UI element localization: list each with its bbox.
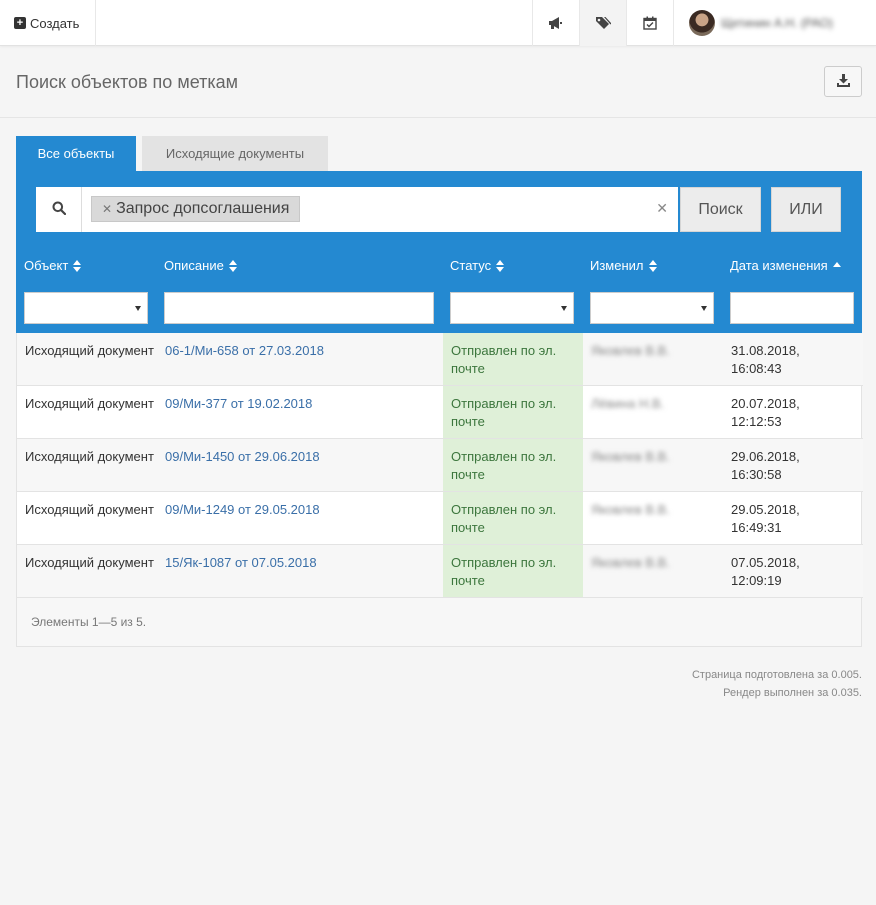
column-header-changed-by[interactable]: Изменил [590,258,657,273]
calendar-check-icon [643,16,657,30]
top-navbar: + Создать Щетинин А.Н. (РАО) [0,0,876,46]
user-menu[interactable]: Щетинин А.Н. (РАО) [673,0,876,46]
download-icon [836,73,850,90]
tab-all-objects[interactable]: Все объекты [16,136,136,171]
sort-icon [228,259,237,272]
column-header-change-date[interactable]: Дата изменения [730,258,841,273]
search-button[interactable]: Поиск [680,187,761,232]
object-filter-select[interactable] [24,292,148,324]
tag-chip-label: Запрос допсоглашения [116,200,290,217]
object-cell: Исходящий документ [25,449,154,464]
table-row: Исходящий документ 09/Ми-377 от 19.02.20… [17,386,863,439]
create-button[interactable]: + Создать [0,0,96,46]
description-link[interactable]: 06-1/Ми-658 от 27.03.2018 [165,342,324,360]
column-header-label: Статус [450,258,492,273]
megaphone-icon [548,16,564,30]
calendar-button[interactable] [626,0,673,46]
column-header-label: Описание [164,258,224,273]
tags-icon [595,16,611,30]
change-date-cell: 29.06.2018, 16:30:58 [731,449,800,482]
changed-by-cell: Яковлев В.В. [591,449,670,464]
user-name: Щетинин А.Н. (РАО) [721,16,833,30]
changed-by-filter-select[interactable] [590,292,714,324]
results-table: Исходящий документ 06-1/Ми-658 от 27.03.… [16,333,863,598]
plus-icon: + [14,17,26,29]
object-cell: Исходящий документ [25,555,154,570]
changed-by-cell: Яковлев В.В. [591,343,670,358]
table-row: Исходящий документ 15/Як-1087 от 07.05.2… [17,545,863,598]
description-link[interactable]: 09/Ми-1249 от 29.05.2018 [165,501,320,519]
tags-button[interactable] [579,0,626,46]
or-button[interactable]: ИЛИ [771,187,841,232]
changed-by-cell: Яковлев В.В. [591,555,670,570]
create-button-label: Создать [30,15,80,31]
column-header-label: Изменил [590,258,644,273]
table-row: Исходящий документ 06-1/Ми-658 от 27.03.… [17,333,863,386]
render-time: Рендер выполнен за 0.035. [723,687,862,699]
column-header-object[interactable]: Объект [24,258,82,273]
status-filter-select[interactable] [450,292,574,324]
announcements-button[interactable] [532,0,579,46]
status-cell: Отправлен по эл. почте [451,343,557,376]
change-date-cell: 29.05.2018, 16:49:31 [731,502,800,535]
changed-by-cell: Яковлев В.В. [591,502,670,517]
change-date-cell: 07.05.2018, 12:09:19 [731,555,800,588]
object-cell: Исходящий документ [25,502,154,517]
status-cell: Отправлен по эл. почте [451,396,557,429]
page-prepared-time: Страница подготовлена за 0.005. [691,669,862,681]
changed-by-cell: Лёвина Н.В. [591,396,665,411]
table-row: Исходящий документ 09/Ми-1249 от 29.05.2… [17,492,863,545]
render-info: Страница подготовлена за 0.005. Рендер в… [692,666,862,702]
sort-icon [73,259,82,272]
search-icon [52,201,66,218]
remove-tag-icon[interactable]: ✕ [102,202,112,216]
description-filter-input[interactable] [164,292,434,324]
search-icon-box [36,187,82,232]
description-link[interactable]: 15/Як-1087 от 07.05.2018 [165,554,317,572]
page-title: Поиск объектов по меткам [16,72,239,92]
sort-icon [496,259,505,272]
sort-ascending-icon [832,260,841,272]
object-cell: Исходящий документ [25,343,154,358]
column-header-label: Дата изменения [730,258,828,273]
avatar [689,10,715,36]
status-cell: Отправлен по эл. почте [451,555,557,588]
tag-search-input[interactable]: ✕ Запрос допсоглашения ✕ [82,187,678,232]
clear-search-icon[interactable]: ✕ [656,200,668,217]
column-header-status[interactable]: Статус [450,258,505,273]
sort-icon [648,259,657,272]
tag-chip: ✕ Запрос допсоглашения [91,196,301,222]
change-date-cell: 20.07.2018, 12:12:53 [731,396,800,429]
page-header: Поиск объектов по меткам [0,47,876,118]
description-link[interactable]: 09/Ми-377 от 19.02.2018 [165,395,312,413]
date-filter-input[interactable] [730,292,854,324]
table-row: Исходящий документ 09/Ми-1450 от 29.06.2… [17,439,863,492]
items-count: Элементы 1—5 из 5. [31,615,147,629]
status-cell: Отправлен по эл. почте [451,502,557,535]
column-header-label: Объект [24,258,69,273]
download-button[interactable] [824,66,862,97]
description-link[interactable]: 09/Ми-1450 от 29.06.2018 [165,448,320,466]
change-date-cell: 31.08.2018, 16:08:43 [731,343,800,376]
tab-outgoing-documents[interactable]: Исходящие документы [142,136,328,171]
column-header-description[interactable]: Описание [164,258,237,273]
table-footer: Элементы 1—5 из 5. [16,598,862,647]
status-cell: Отправлен по эл. почте [451,449,557,482]
object-cell: Исходящий документ [25,396,154,411]
search-panel: ✕ Запрос допсоглашения ✕ Поиск ИЛИ Объек… [16,171,862,333]
